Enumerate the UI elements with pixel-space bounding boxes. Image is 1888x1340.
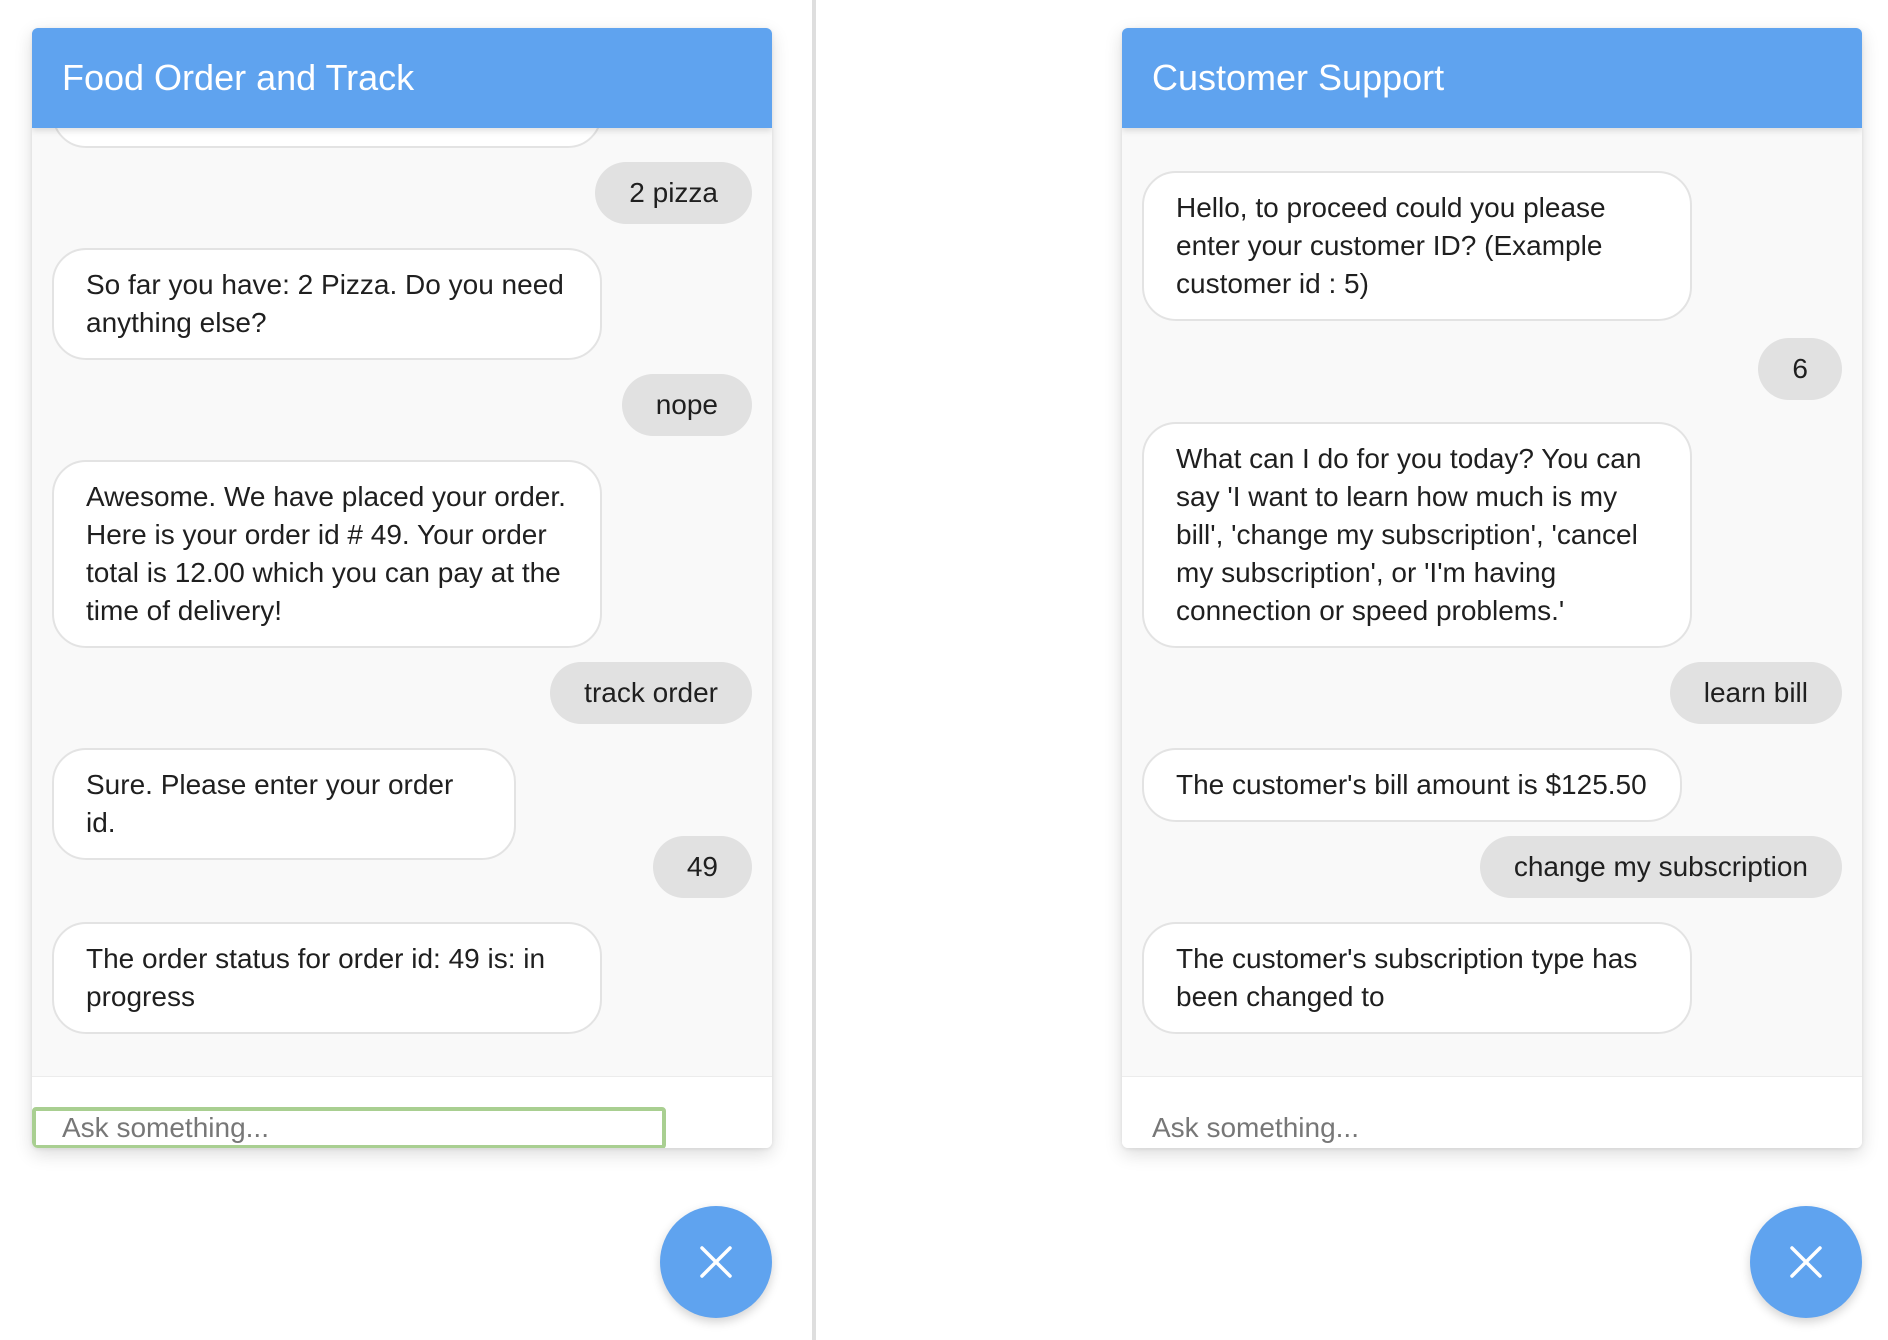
- user-message: change my subscription: [1479, 836, 1842, 898]
- input-bar: [32, 1076, 772, 1148]
- user-message: track order: [550, 662, 752, 724]
- input-bar: [1122, 1076, 1862, 1148]
- user-message: nope: [621, 374, 752, 436]
- bot-message: The customer's bill amount is $125.50: [1142, 748, 1682, 822]
- screen: Food Order and Track 2 pizza So far you …: [0, 0, 1888, 1340]
- chat-title: Food Order and Track: [32, 28, 772, 128]
- bot-message: Hello, to proceed could you please enter…: [1142, 171, 1692, 321]
- bot-message: The order status for order id: 49 is: in…: [52, 922, 602, 1034]
- user-message: 6: [1758, 338, 1842, 400]
- user-message: 49: [652, 836, 752, 898]
- close-chat-button[interactable]: [1750, 1206, 1862, 1318]
- close-chat-button[interactable]: [660, 1206, 772, 1318]
- close-icon: [1790, 1246, 1822, 1278]
- bot-message-clipped: [52, 128, 602, 148]
- message-list[interactable]: Hello, to proceed could you please enter…: [1122, 128, 1862, 1076]
- chat-window-customer-support: Customer Support Hello, to proceed could…: [1122, 28, 1862, 1148]
- message-input[interactable]: [32, 1107, 666, 1148]
- close-icon: [700, 1246, 732, 1278]
- bot-message: The customer's subscription type has bee…: [1142, 922, 1692, 1034]
- bot-message: So far you have: 2 Pizza. Do you need an…: [52, 248, 602, 360]
- bot-message: Sure. Please enter your order id.: [52, 748, 516, 860]
- user-message: learn bill: [1669, 662, 1842, 724]
- bot-message: What can I do for you today? You can say…: [1142, 422, 1692, 648]
- chat-window-food-order: Food Order and Track 2 pizza So far you …: [32, 28, 772, 1148]
- user-message: 2 pizza: [595, 162, 752, 224]
- bot-message: Awesome. We have placed your order. Here…: [52, 460, 602, 648]
- message-list[interactable]: 2 pizza So far you have: 2 Pizza. Do you…: [32, 128, 772, 1076]
- message-input[interactable]: [1122, 1107, 1862, 1148]
- chat-title: Customer Support: [1122, 28, 1862, 128]
- pane-divider: [812, 0, 816, 1340]
